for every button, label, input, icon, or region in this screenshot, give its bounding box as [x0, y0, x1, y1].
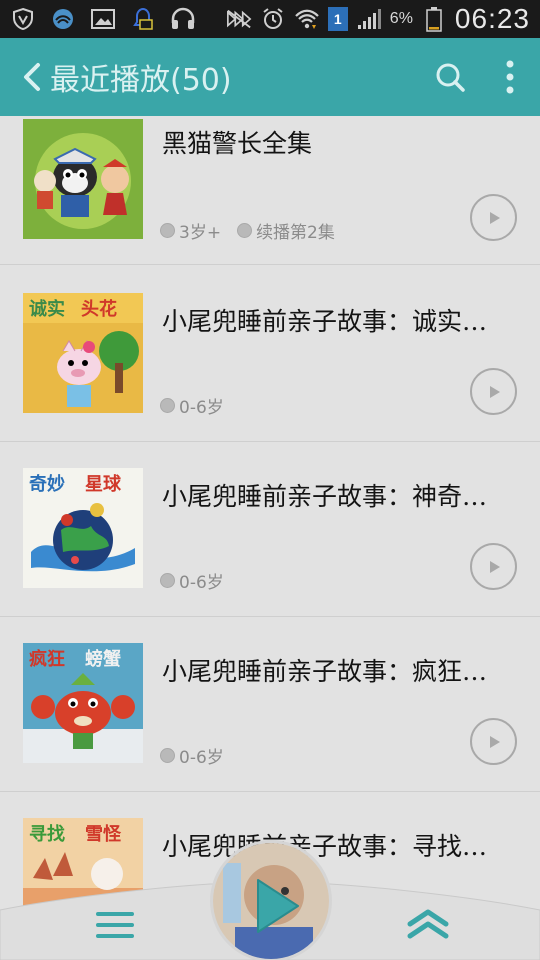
more-vertical-icon	[506, 60, 514, 94]
recent-play-list: 黑猫警长全集 3岁+ 续播第2集 诚实 头花 小尾兜睡前亲子故事：诚实… 0-6…	[0, 116, 540, 960]
wifi-icon	[294, 7, 320, 31]
item-title: 小尾兜睡前亲子故事：疯狂…	[162, 657, 488, 686]
search-button[interactable]	[420, 38, 480, 116]
mute-icon	[226, 7, 252, 31]
age-icon	[160, 748, 175, 763]
more-options-button[interactable]	[480, 38, 540, 116]
svg-text:螃蟹: 螃蟹	[85, 648, 121, 670]
cover-image: 疯狂 螃蟹	[23, 643, 143, 763]
sim-slot-badge: 1	[327, 7, 348, 31]
play-icon	[489, 735, 500, 748]
svg-text:诚实: 诚实	[29, 298, 65, 320]
now-playing-disc[interactable]	[210, 840, 332, 960]
age-range: 0-6岁	[179, 573, 224, 593]
item-title: 小尾兜睡前亲子故事：神奇…	[162, 482, 488, 511]
app-header: 最近播放(50)	[0, 38, 540, 116]
gallery-icon	[90, 7, 116, 31]
item-meta: 3岁+ 续播第2集	[160, 218, 335, 243]
notification-icon	[130, 7, 156, 31]
battery-icon	[421, 7, 447, 32]
item-title: 小尾兜睡前亲子故事：寻找…	[162, 832, 488, 861]
status-bar: 1 6% 06:23	[0, 0, 540, 38]
signal-icon	[356, 7, 382, 31]
menu-icon	[96, 912, 134, 938]
item-title: 黑猫警长全集	[162, 129, 313, 158]
play-icon	[489, 560, 500, 573]
list-item[interactable]: 奇妙 星球 小尾兜睡前亲子故事：神奇… 0-6岁	[0, 442, 540, 617]
headphones-icon	[170, 7, 196, 31]
collapse-up-button[interactable]	[400, 898, 456, 948]
svg-text:奇妙: 奇妙	[29, 473, 65, 495]
search-icon	[436, 63, 465, 92]
item-meta: 0-6岁	[160, 393, 224, 418]
shield-v-icon	[10, 7, 36, 31]
svg-text:星球: 星球	[85, 474, 122, 495]
play-icon	[489, 211, 500, 224]
battery-percent: 6%	[389, 10, 413, 27]
cover-image	[23, 119, 143, 239]
play-button[interactable]	[470, 194, 517, 241]
network-operator-icon	[50, 7, 76, 31]
item-title: 小尾兜睡前亲子故事：诚实…	[162, 307, 488, 336]
clock: 06:23	[454, 3, 530, 34]
list-item[interactable]: 黑猫警长全集 3岁+ 续播第2集	[0, 116, 540, 265]
item-meta: 0-6岁	[160, 568, 224, 593]
list-item[interactable]: 疯狂 螃蟹 小尾兜睡前亲子故事：疯狂… 0-6岁	[0, 617, 540, 792]
play-button[interactable]	[470, 543, 517, 590]
svg-text:雪怪: 雪怪	[85, 823, 122, 845]
age-range: 0-6岁	[179, 398, 224, 418]
continue-icon	[237, 223, 253, 238]
age-range: 3岁+	[179, 223, 222, 243]
menu-button[interactable]	[90, 900, 140, 950]
age-icon	[160, 223, 175, 238]
page-title: 最近播放(50)	[50, 63, 232, 98]
play-icon	[489, 385, 500, 398]
alarm-icon	[260, 7, 286, 31]
cover-image: 奇妙 星球	[23, 468, 143, 588]
svg-text:头花: 头花	[81, 298, 117, 320]
back-button[interactable]: 最近播放(50)	[0, 38, 232, 116]
item-meta: 0-6岁	[160, 743, 224, 768]
cover-image: 诚实 头花	[23, 293, 143, 413]
chevron-left-icon	[24, 63, 40, 91]
svg-text:寻找: 寻找	[29, 823, 65, 845]
age-icon	[160, 573, 175, 588]
age-icon	[160, 398, 175, 413]
svg-text:疯狂: 疯狂	[29, 648, 65, 670]
play-button[interactable]	[470, 368, 517, 415]
list-item[interactable]: 诚实 头花 小尾兜睡前亲子故事：诚实… 0-6岁	[0, 267, 540, 442]
continue-episode: 续播第2集	[256, 223, 335, 243]
collapse-up-icon	[407, 909, 449, 939]
age-range: 0-6岁	[179, 748, 224, 768]
play-button[interactable]	[470, 718, 517, 765]
now-playing-cover	[213, 843, 329, 959]
